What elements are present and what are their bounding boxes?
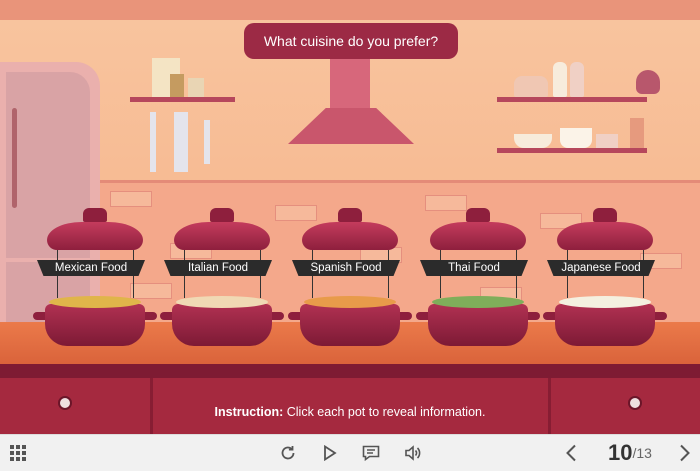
cup-decor: [596, 134, 618, 148]
pot-body: [45, 304, 145, 346]
pot-label: Italian Food: [164, 260, 272, 276]
bowl-decor: [514, 134, 552, 148]
pot-decor: [514, 76, 548, 97]
ceiling: [0, 0, 700, 20]
total-pages: /13: [632, 445, 652, 461]
pot-lid[interactable]: [430, 222, 526, 250]
bottle-decor: [630, 118, 644, 148]
food: [304, 296, 396, 308]
pot-label: Mexican Food: [37, 260, 145, 276]
pot-body: [172, 304, 272, 346]
lid-knob: [338, 208, 362, 222]
pot-label: Spanish Food: [292, 260, 400, 276]
fridge-handle: [12, 108, 17, 208]
pot-lid[interactable]: [47, 222, 143, 250]
bottle-decor: [553, 62, 567, 97]
current-page: 10: [608, 440, 633, 465]
food: [49, 296, 141, 308]
replay-icon[interactable]: [276, 435, 300, 471]
lid-knob: [593, 208, 617, 222]
lid-knob: [210, 208, 234, 222]
cabinet-knob: [58, 396, 72, 410]
pot-mexican[interactable]: Mexican Food: [33, 208, 157, 358]
next-icon[interactable]: [674, 435, 696, 471]
prev-icon[interactable]: [560, 435, 582, 471]
range-hood-chimney: [330, 58, 370, 110]
counter-edge: [0, 364, 700, 378]
page-indicator: 10/13: [598, 435, 662, 471]
player-toolbar: 10/13: [0, 434, 700, 471]
pot-japanese[interactable]: Japanese Food: [543, 208, 667, 358]
knife-decor: [204, 120, 210, 164]
pot-thai[interactable]: Thai Food: [416, 208, 540, 358]
bottle-decor: [570, 62, 584, 97]
right-shelf-top: [497, 97, 647, 102]
instruction-body: Click each pot to reveal information.: [286, 405, 486, 419]
pot-body: [555, 304, 655, 346]
right-shelf-bottom: [497, 148, 647, 153]
play-icon[interactable]: [318, 435, 342, 471]
pot-lid[interactable]: [302, 222, 398, 250]
pot-body: [428, 304, 528, 346]
pot-label: Thai Food: [420, 260, 528, 276]
cabinet-knob: [628, 396, 642, 410]
knife-decor: [174, 112, 188, 172]
menu-grid-icon[interactable]: [6, 435, 30, 471]
knife-decor: [150, 112, 156, 172]
jar-decor: [188, 78, 204, 97]
question-bubble: What cuisine do you prefer?: [244, 23, 458, 59]
kitchen-scene: What cuisine do you prefer? Mexican Food…: [0, 0, 700, 434]
food: [559, 296, 651, 308]
pot-lid[interactable]: [174, 222, 270, 250]
instruction-text: Instruction: Click each pot to reveal in…: [150, 395, 550, 429]
left-shelf: [130, 97, 235, 102]
volume-icon[interactable]: [400, 435, 426, 471]
pot-body: [300, 304, 400, 346]
lid-knob: [466, 208, 490, 222]
food: [176, 296, 268, 308]
plant-pot-decor: [636, 70, 660, 94]
pot-spanish[interactable]: Spanish Food: [288, 208, 412, 358]
comment-icon[interactable]: [358, 435, 384, 471]
jar-decor: [170, 74, 184, 97]
lid-knob: [83, 208, 107, 222]
pot-lid[interactable]: [557, 222, 653, 250]
instruction-prefix: Instruction:: [214, 405, 284, 419]
bowl-decor: [560, 128, 592, 148]
food: [432, 296, 524, 308]
pot-italian[interactable]: Italian Food: [160, 208, 284, 358]
pot-label: Japanese Food: [547, 260, 655, 276]
